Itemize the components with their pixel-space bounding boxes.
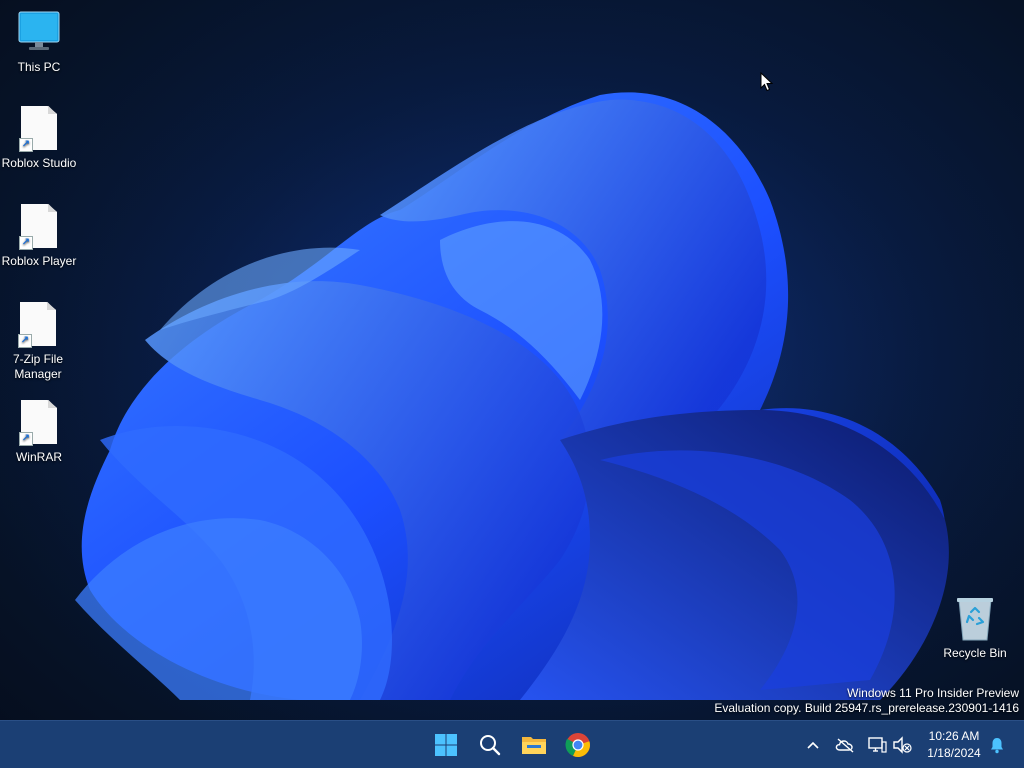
file-explorer-icon xyxy=(522,737,546,754)
search-icon xyxy=(480,735,501,756)
notifications-button[interactable] xyxy=(985,733,1009,757)
shortcut-file-icon: ↗ xyxy=(17,400,61,446)
desktop-icon-roblox-studio[interactable]: ↗ Roblox Studio xyxy=(0,106,78,171)
network-icon xyxy=(868,737,887,753)
shortcut-arrow-icon: ↗ xyxy=(19,432,33,446)
onedrive-offline-icon xyxy=(835,738,854,753)
watermark-edition: Windows 11 Pro Insider Preview xyxy=(847,686,1019,700)
desktop-icon-label: WinRAR xyxy=(15,450,62,464)
desktop-icon-label: Roblox Player xyxy=(1,254,77,268)
clock-date: 1/18/2024 xyxy=(927,746,981,760)
shortcut-file-icon: ↗ xyxy=(16,302,60,348)
desktop-icon-roblox-player[interactable]: ↗ Roblox Player xyxy=(0,204,78,269)
windows-start-icon xyxy=(435,734,457,756)
file-explorer-button[interactable] xyxy=(516,727,552,763)
chrome-icon xyxy=(565,733,590,757)
shortcut-arrow-icon: ↗ xyxy=(19,138,33,152)
monitor-icon xyxy=(17,10,61,56)
desktop-icon-7zip[interactable]: ↗ 7-Zip File Manager xyxy=(0,302,76,382)
desktop-icon-recycle-bin[interactable]: Recycle Bin xyxy=(936,596,1014,661)
desktop-icon-label: This PC xyxy=(17,60,61,74)
shortcut-arrow-icon: ↗ xyxy=(19,236,33,250)
desktop-icon-winrar[interactable]: ↗ WinRAR xyxy=(0,400,78,465)
recycle-bin-icon xyxy=(953,596,997,642)
windows-watermark: Windows 11 Pro Insider Preview Evaluatio… xyxy=(714,686,1019,716)
desktop-icon-label: Roblox Studio xyxy=(1,156,77,170)
notification-bell-icon xyxy=(991,738,1003,754)
shortcut-file-icon: ↗ xyxy=(17,106,61,152)
chrome-button[interactable] xyxy=(560,727,596,763)
wallpaper-bloom xyxy=(0,0,1024,720)
taskbar-clock[interactable]: 10:26 AM 1/18/2024 xyxy=(918,728,990,762)
taskbar: 10:26 AM 1/18/2024 xyxy=(0,720,1024,768)
onedrive-status-button[interactable] xyxy=(833,733,857,757)
shortcut-file-icon: ↗ xyxy=(17,204,61,250)
search-button[interactable] xyxy=(472,727,508,763)
desktop-icon-label: Recycle Bin xyxy=(943,646,1007,660)
mouse-cursor-icon xyxy=(760,72,774,92)
volume-muted-icon xyxy=(893,736,912,754)
show-hidden-icons-button[interactable] xyxy=(801,733,825,757)
desktop-icon-label: 7-Zip File Manager xyxy=(12,352,63,381)
chevron-up-icon xyxy=(807,741,819,749)
volume-button[interactable] xyxy=(890,733,914,757)
clock-time: 10:26 AM xyxy=(928,729,980,743)
shortcut-arrow-icon: ↗ xyxy=(18,334,32,348)
network-button[interactable] xyxy=(865,733,889,757)
desktop-icon-this-pc[interactable]: This PC xyxy=(0,10,78,75)
start-button[interactable] xyxy=(428,727,464,763)
watermark-build: Evaluation copy. Build 25947.rs_prerelea… xyxy=(714,701,1019,715)
